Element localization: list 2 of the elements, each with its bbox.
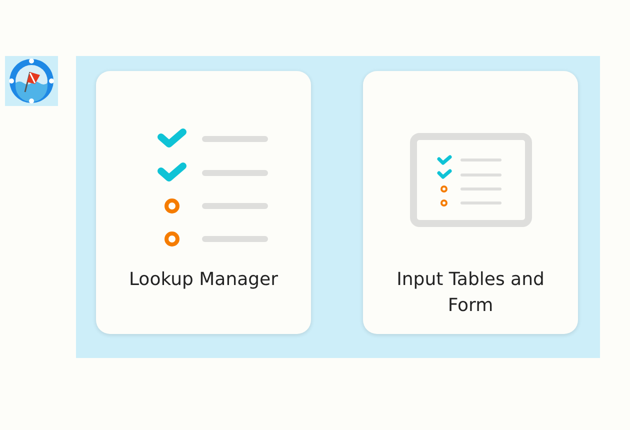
tile-card[interactable]: Input Tables and Form	[363, 71, 578, 334]
tile-card[interactable]: Lookup Manager	[96, 71, 311, 334]
